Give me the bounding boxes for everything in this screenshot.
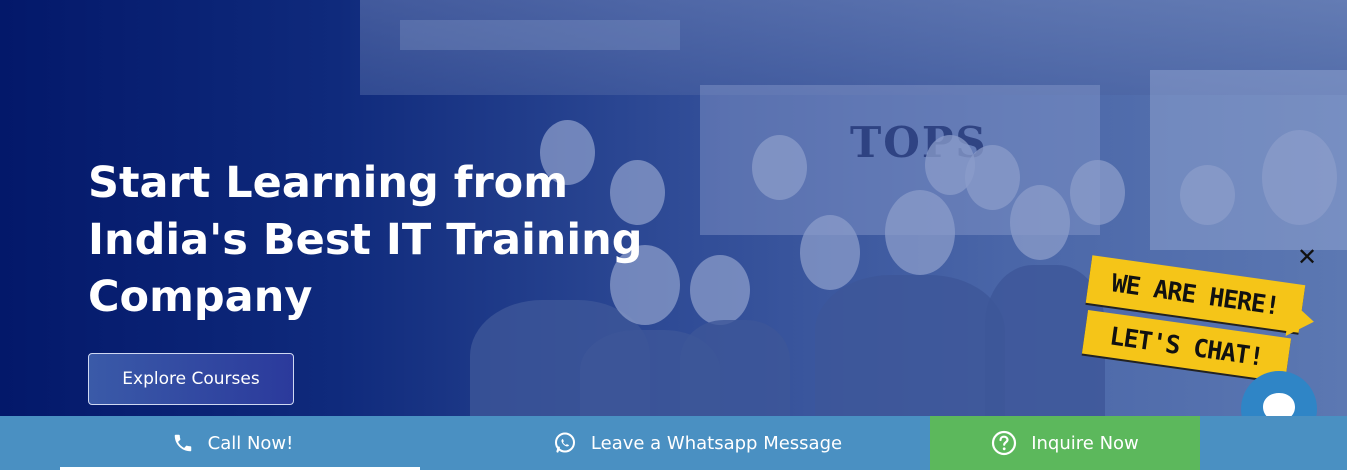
inquire-now-label: Inquire Now xyxy=(1031,432,1139,454)
contact-action-bar: Call Now! Leave a Whatsapp Message Inqui… xyxy=(0,416,1347,470)
photo-person xyxy=(1010,185,1070,260)
whatsapp-message-label: Leave a Whatsapp Message xyxy=(590,432,843,454)
photo-person xyxy=(885,190,955,275)
whatsapp-icon xyxy=(553,431,577,455)
photo-person xyxy=(815,275,1005,416)
call-now-label: Call Now! xyxy=(207,432,294,454)
phone-icon xyxy=(172,432,194,454)
photo-person xyxy=(965,145,1020,210)
call-now-button[interactable]: Call Now! xyxy=(0,416,465,470)
photo-person xyxy=(1180,165,1235,225)
hero-title: Start Learning from India's Best IT Trai… xyxy=(88,158,643,322)
photo-person xyxy=(752,135,807,200)
photo-person xyxy=(680,320,790,416)
explore-courses-button[interactable]: Explore Courses xyxy=(88,353,294,405)
photo-person xyxy=(1262,130,1337,225)
photo-person xyxy=(1070,160,1125,225)
photo-ceiling-beam xyxy=(400,20,680,50)
question-circle-icon xyxy=(991,430,1017,456)
bar-filler xyxy=(1200,416,1347,470)
whatsapp-message-button[interactable]: Leave a Whatsapp Message xyxy=(465,416,930,470)
inquire-now-button[interactable]: Inquire Now xyxy=(930,416,1200,470)
photo-person xyxy=(800,215,860,290)
chat-promo-badge[interactable]: WE ARE HERE! LET'S CHAT! xyxy=(1078,255,1328,387)
photo-person xyxy=(690,255,750,325)
chat-ribbon-tail xyxy=(1285,300,1317,340)
